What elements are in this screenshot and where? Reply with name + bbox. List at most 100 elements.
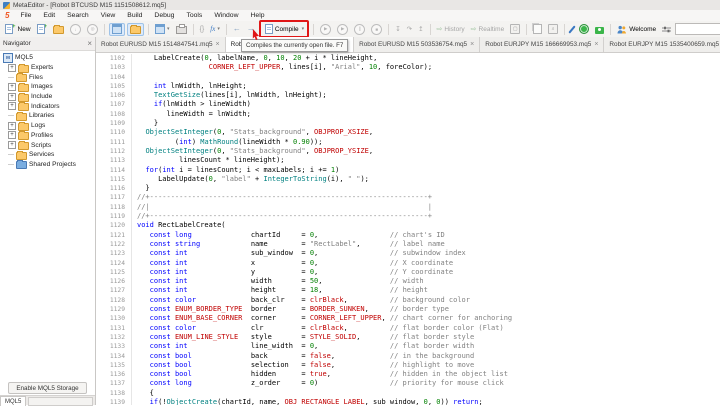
community-button[interactable] [577,23,591,35]
chevron-down-icon[interactable]: ▾ [302,26,305,32]
tree-item-label: Libraries [29,112,55,120]
tree-item-shared-projects[interactable]: Shared Projects [0,160,95,170]
code-token: const [149,258,171,267]
code-token: // height [389,286,428,295]
new-document-button[interactable]: + [35,23,50,35]
code-token: )) [440,397,454,405]
code-token: , [330,351,390,360]
code-token: "Stats_background" [229,128,306,137]
tree-item-indicators[interactable]: + Indicators [0,101,95,112]
code-token: OBJPROP_XSIZE [314,128,369,137]
expand-plus-icon[interactable]: + [8,92,16,101]
code-token: , [343,323,390,332]
step-into-button[interactable]: ↧ [393,23,402,35]
tree-item-include[interactable]: + Include [0,92,95,102]
file-tab[interactable]: Robot EURUSD M15 1514847541.mq5 × [96,37,226,52]
tab-close-icon[interactable]: × [470,41,474,48]
expand-plus-icon[interactable]: + [8,131,16,140]
settings-button[interactable] [660,23,673,35]
file-tab[interactable]: Robot EURJPY M15 1535400659.mq5× [604,37,720,52]
menu-item-view[interactable]: View [95,12,122,19]
toggle-toolbox-button[interactable] [127,22,145,36]
search-files-button[interactable]: ⌕ [546,23,560,35]
tab-close-icon[interactable]: × [594,41,598,48]
expand-plus-icon[interactable]: + [8,141,16,150]
code-token: line_width = [187,342,310,351]
profiler-button[interactable]: {} [198,23,207,35]
tab-close-icon[interactable]: × [216,41,220,48]
step-over-button[interactable]: ↷ [405,23,414,35]
debug-start-real-button[interactable]: ▶ [318,23,333,35]
code-token: // subwindow index [389,249,466,258]
expand-plus-icon[interactable]: + [8,121,16,130]
print-button[interactable] [174,23,189,35]
tree-root-mql5[interactable]: M MQL5 [0,52,95,63]
realtime-mode-button[interactable]: ⇨ Realtime [469,23,507,35]
metaeditor-app-icon [3,1,10,9]
expand-plus-icon[interactable]: + [8,82,16,91]
menu-item-tools[interactable]: Tools [180,12,208,19]
line-number: 1123 [96,249,132,259]
document-icon [36,24,45,34]
tree-item-logs[interactable]: + Logs [0,121,95,131]
welcome-button[interactable]: Welcome [615,23,658,35]
tree-item-images[interactable]: + Images [0,82,95,92]
tree-item-services[interactable]: Services [0,150,95,160]
menu-item-help[interactable]: Help [245,12,271,19]
debug-stop-button[interactable]: ■ [369,23,384,35]
menu-item-build[interactable]: Build [121,12,148,19]
expand-plus-icon[interactable]: + [8,102,16,111]
enable-mql5-storage-button[interactable]: Enable MQL5 Storage [8,382,87,394]
navigator-tab-label: MQL5 [5,398,22,405]
toggle-navigator-button[interactable] [109,22,126,36]
debug-start-history-button[interactable]: ▶ [335,23,350,35]
file-tab[interactable]: Robot EURUSD M15 503536754.mq5 × [354,37,481,52]
close-icon[interactable]: × [87,39,92,48]
new-file-button[interactable]: + New [3,23,33,35]
compile-tooltip: Compiles the currently open file. F7 [241,39,349,52]
code-token: // X coordinate [389,258,454,267]
code-token: ) [335,165,340,174]
tree-item-scripts[interactable]: + Scripts [0,140,95,151]
code-token: // background color [389,295,470,304]
menu-item-edit[interactable]: Edit [37,12,61,19]
compile-button[interactable]: Compile [264,23,300,35]
tree-item-profiles[interactable]: + Profiles [0,131,95,141]
save-all-button[interactable]: ◎ [85,23,100,35]
code-token: //| | [137,202,433,211]
styler-button[interactable]: ▾ [153,23,172,35]
expand-plus-icon[interactable]: + [8,63,16,72]
history-mode-button[interactable]: ⇨ History [435,23,467,35]
menu-item-debug[interactable]: Debug [148,12,180,19]
screenshot-button[interactable] [593,23,606,35]
code-line: 1137 const long z_order = 0) // priority… [96,379,720,389]
tree-item-files[interactable]: Files [0,72,95,83]
code-text: const int y = 0, // Y coordinate [132,268,453,277]
navigate-back-button[interactable]: ← [231,23,243,35]
tree-item-experts[interactable]: + Experts [0,63,95,73]
separator [564,23,566,35]
code-editor[interactable]: 1102 LabelCreate(0, labelName, 0, 10, 20… [96,53,720,405]
menu-item-search[interactable]: Search [61,12,95,19]
code-token: MathRound [200,137,239,146]
menu-item-file[interactable]: File [14,12,37,19]
line-number: 1106 [96,91,132,101]
search-input[interactable] [675,23,720,35]
debug-window-button[interactable]: ▢ [508,23,522,35]
tools-button[interactable] [568,23,576,35]
debug-pause-button[interactable]: ∥ [352,23,367,35]
code-line: 1128 const color back_clr = clrBlack, //… [96,295,720,306]
copy-button[interactable] [531,23,544,35]
file-tab[interactable]: Robot EURJPY M15 166669953.mq5 × [480,37,605,52]
menu-item-window[interactable]: Window [208,12,244,19]
step-out-button[interactable]: ↥ [416,23,425,35]
code-token: , [221,146,230,155]
save-button[interactable]: ↓ [68,23,83,35]
insert-snippet-button[interactable]: fx ▾ [208,23,222,35]
open-file-button[interactable] [51,23,66,35]
line-number: 1122 [96,239,132,250]
tree-item-libraries[interactable]: Libraries [0,111,95,121]
